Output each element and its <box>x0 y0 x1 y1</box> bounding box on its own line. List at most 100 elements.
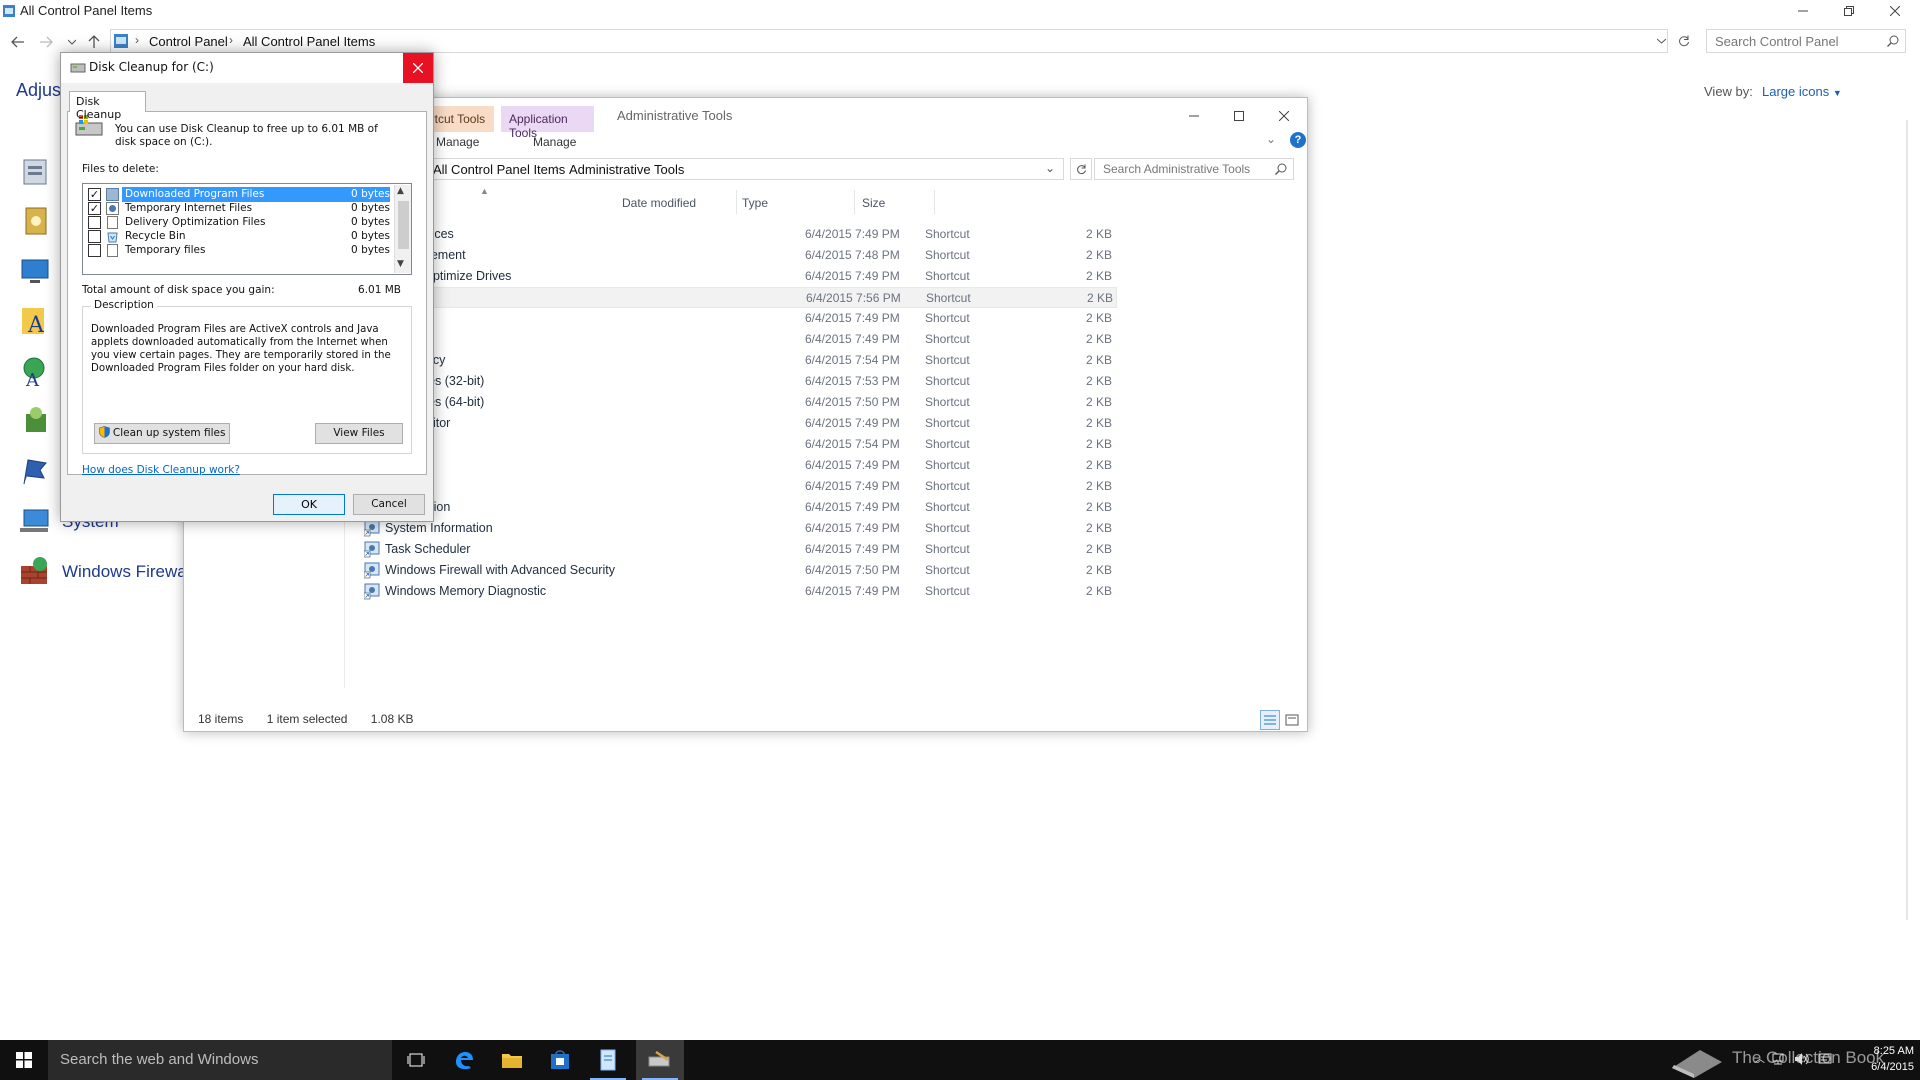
recent-locations-chevron-icon[interactable] <box>62 32 82 52</box>
column-header-size[interactable]: Size <box>862 196 885 210</box>
file-row[interactable]: up6/4/2015 7:56 PMShortcut2 KB <box>364 287 1117 308</box>
column-divider[interactable] <box>854 190 855 214</box>
scroll-up-arrow-icon[interactable]: ▲ <box>397 186 404 196</box>
file-row[interactable]: ator6/4/2015 7:49 PMShortcut2 KB <box>364 329 1117 350</box>
back-arrow-icon[interactable] <box>8 32 28 52</box>
up-arrow-icon[interactable] <box>84 32 104 52</box>
ribbon-tab-application-tools[interactable]: Application Tools <box>501 106 594 140</box>
file-row[interactable]: nce Monitor6/4/2015 7:49 PMShortcut2 KB <box>364 413 1117 434</box>
taskbar-search-input[interactable]: Search the web and Windows <box>48 1040 392 1080</box>
file-row[interactable]: Monitor6/4/2015 7:49 PMShortcut2 KB <box>364 455 1117 476</box>
breadcrumb-all-items[interactable]: All Control Panel Items <box>243 34 375 49</box>
file-row[interactable]: Windows Firewall with Advanced Security 6… <box>364 560 1117 581</box>
clean-up-system-files-button[interactable]: Clean up system files <box>94 423 230 444</box>
control-panel-address-bar[interactable]: › Control Panel › All Control Panel Item… <box>110 29 1668 53</box>
forward-arrow-icon[interactable] <box>36 32 56 52</box>
ok-button[interactable]: OK <box>273 494 345 515</box>
dialog-close-button[interactable] <box>403 53 433 83</box>
file-date: 6/4/2015 7:49 PM <box>805 332 900 346</box>
file-type: Shortcut <box>925 311 970 325</box>
breadcrumb-all-items[interactable]: All Control Panel Items <box>433 162 565 177</box>
maximize-button[interactable] <box>1219 104 1259 128</box>
flag-icon <box>18 454 52 488</box>
file-row[interactable]: ent Services6/4/2015 7:49 PMShortcut2 KB <box>364 224 1117 245</box>
taskbar-control-panel-button[interactable] <box>584 1040 632 1080</box>
file-row[interactable]: a Sources (64-bit) 6/4/2015 7:50 PM Shortc… <box>364 392 1117 413</box>
system-clock[interactable]: 8:25 AM 6/4/2015 <box>1852 1043 1914 1075</box>
restore-button[interactable] <box>1826 0 1872 22</box>
close-button[interactable] <box>1872 0 1918 22</box>
scrollbar-thumb[interactable] <box>398 201 409 249</box>
address-dropdown-chevron-icon[interactable]: ⌄ <box>1045 161 1055 175</box>
control-panel-search-input[interactable]: Search Control Panel <box>1706 29 1906 53</box>
column-header-type[interactable]: Type <box>742 196 768 210</box>
address-dropdown-chevron-icon[interactable] <box>1657 38 1666 44</box>
intro-text: You can use Disk Cleanup to free up to 6… <box>115 123 378 148</box>
column-divider[interactable] <box>934 190 935 214</box>
search-placeholder: Search Control Panel <box>1715 34 1839 49</box>
files-to-delete-list[interactable]: ✓ Downloaded Program Files 0 bytes ✓ Tempora… <box>82 183 412 275</box>
cancel-button[interactable]: Cancel <box>353 494 425 515</box>
volume-icon[interactable] <box>1794 1052 1810 1066</box>
taskbar-search-placeholder: Search the web and Windows <box>60 1051 259 1068</box>
large-icons-view-button[interactable] <box>1282 710 1302 730</box>
notifications-icon[interactable] <box>1818 1052 1832 1066</box>
ribbon-tab-shortcut-tools[interactable]: ortcut Tools <box>424 106 494 132</box>
file-row[interactable]: urity Policy6/4/2015 7:54 PMShortcut2 KB <box>364 350 1117 371</box>
column-divider[interactable] <box>736 190 737 214</box>
recovery-icon <box>18 404 52 438</box>
breadcrumb-separator: › <box>555 161 559 175</box>
taskbar-store-button[interactable] <box>536 1040 584 1080</box>
file-type: Shortcut <box>925 458 970 472</box>
minimize-button[interactable] <box>1174 104 1214 128</box>
view-by-dropdown[interactable]: Large icons ▼ <box>1762 84 1842 99</box>
file-row[interactable]: nt and Optimize Drives 6/4/2015 7:49 PM Sh… <box>364 266 1117 287</box>
refresh-icon[interactable] <box>1070 158 1092 180</box>
list-scrollbar[interactable]: ▲ ▼ <box>394 185 411 273</box>
ribbon-manage-application[interactable]: Manage <box>533 135 576 149</box>
search-icon[interactable] <box>1887 35 1899 47</box>
view-files-button[interactable]: View Files <box>315 423 403 444</box>
how-does-disk-cleanup-work-link[interactable]: How does Disk Cleanup work? <box>82 464 240 476</box>
close-button[interactable] <box>1264 104 1304 128</box>
document-icon <box>600 1049 616 1071</box>
help-icon[interactable]: ? <box>1290 132 1306 148</box>
file-row[interactable]: onfiguration6/4/2015 7:49 PMShortcut2 KB <box>364 497 1117 518</box>
tab-disk-cleanup[interactable]: Disk Cleanup <box>69 91 146 121</box>
refresh-icon[interactable] <box>1672 29 1696 53</box>
ribbon-expand-chevron-icon[interactable]: ⌄ <box>1266 132 1276 146</box>
details-view-button[interactable] <box>1260 710 1280 730</box>
column-header-date-modified[interactable]: Date modified <box>622 196 696 210</box>
search-icon[interactable] <box>1275 163 1287 175</box>
network-icon[interactable] <box>1772 1052 1786 1066</box>
description-label: Description <box>91 299 157 311</box>
ribbon-manage-shortcut[interactable]: Manage <box>436 135 479 149</box>
file-category-checkbox[interactable] <box>88 244 101 257</box>
fonts-icon: A <box>18 304 52 338</box>
file-row[interactable]: 6/4/2015 7:49 PM Shortcut 2 KB <box>364 476 1117 497</box>
scroll-down-arrow-icon[interactable]: ▼ <box>397 259 404 269</box>
control-panel-scrollbar[interactable] <box>1906 120 1908 920</box>
shortcut-icon <box>364 583 381 600</box>
taskbar-file-explorer-button[interactable] <box>488 1040 536 1080</box>
cp-item-windows-firewall[interactable]: Windows Firewall <box>18 554 194 588</box>
file-category-row[interactable]: Temporary files 0 bytes <box>84 242 392 259</box>
show-hidden-icons-chevron-icon[interactable]: ︿ <box>1754 1050 1765 1066</box>
taskbar-disk-cleanup-button[interactable] <box>636 1040 684 1080</box>
file-row[interactable]: a Sources (32-bit) 6/4/2015 7:53 PM Shortc… <box>364 371 1117 392</box>
breadcrumb-control-panel[interactable]: Control Panel <box>149 34 228 49</box>
minimize-button[interactable] <box>1780 0 1826 22</box>
file-row[interactable]: System Information 6/4/2015 7:49 PM Shortc… <box>364 518 1117 539</box>
breadcrumb-admin-tools[interactable]: Administrative Tools <box>569 162 684 177</box>
file-type: Shortcut <box>925 227 970 241</box>
start-button[interactable] <box>0 1040 48 1080</box>
admin-tools-address-bar[interactable]: All Control Panel Items › Administrative… <box>424 158 1064 180</box>
file-row[interactable]: agement6/4/2015 7:54 PMShortcut2 KB <box>364 434 1117 455</box>
taskbar-edge-button[interactable] <box>440 1040 488 1080</box>
file-row[interactable]: ver6/4/2015 7:49 PMShortcut2 KB <box>364 308 1117 329</box>
file-row[interactable]: Windows Memory Diagnostic 6/4/2015 7:49 P… <box>364 581 1117 602</box>
admin-tools-search-input[interactable]: Search Administrative Tools <box>1094 158 1294 180</box>
task-view-button[interactable] <box>392 1040 440 1080</box>
file-row[interactable]: r Management6/4/2015 7:48 PMShortcut2 KB <box>364 245 1117 266</box>
file-row[interactable]: Task Scheduler 6/4/2015 7:49 PM Shortcut 2 … <box>364 539 1117 560</box>
